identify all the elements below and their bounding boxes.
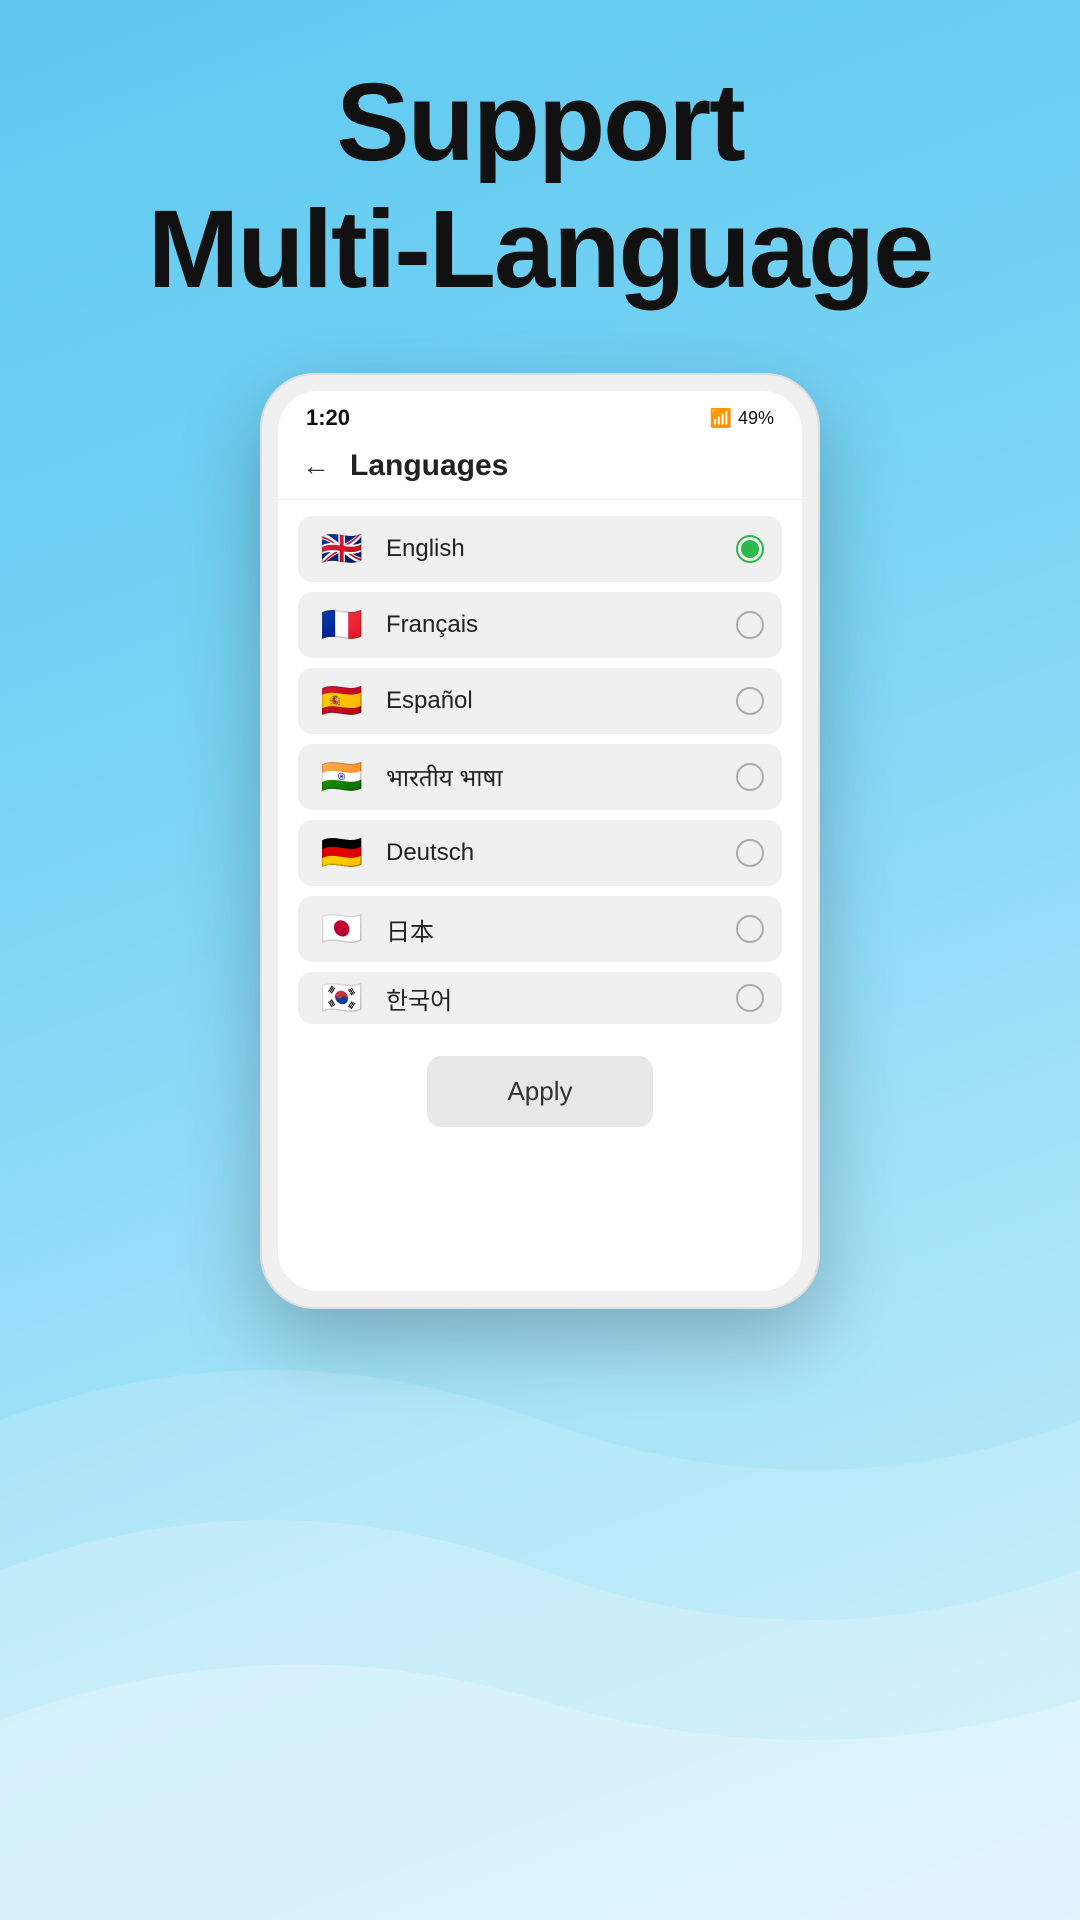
language-item-english[interactable]: 🇬🇧 English	[298, 516, 782, 582]
lang-name-german: Deutsch	[386, 839, 736, 867]
promo-header: Support Multi-Language	[148, 60, 933, 313]
wifi-icon: 📶	[710, 408, 732, 429]
lang-name-korean: 한국어	[386, 981, 736, 1016]
radio-french[interactable]	[736, 611, 764, 639]
lang-name-french: Français	[386, 611, 736, 639]
apply-button[interactable]: Apply	[427, 1056, 652, 1127]
radio-german[interactable]	[736, 839, 764, 867]
phone-mockup: 1:20 📶 49% ← Languages 🇬🇧 English	[260, 373, 820, 1309]
app-header: ← Languages	[278, 439, 802, 500]
flag-german: 🇩🇪	[316, 834, 368, 872]
app-title: Languages	[350, 449, 508, 483]
battery-text: 49%	[738, 408, 774, 429]
language-item-french[interactable]: 🇫🇷 Français	[298, 592, 782, 658]
apply-button-container: Apply	[278, 1040, 802, 1147]
language-item-korean[interactable]: 🇰🇷 한국어	[298, 972, 782, 1024]
status-time: 1:20	[306, 405, 350, 431]
flag-korean: 🇰🇷	[316, 979, 368, 1017]
lang-name-spanish: Español	[386, 687, 736, 715]
language-list: 🇬🇧 English 🇫🇷 Français 🇪🇸	[278, 500, 802, 1040]
lang-name-japanese: 日本	[386, 912, 736, 947]
radio-inner-english	[741, 540, 759, 558]
radio-spanish[interactable]	[736, 687, 764, 715]
back-button[interactable]: ←	[302, 450, 330, 482]
promo-line2: Multi-Language	[148, 187, 933, 314]
phone-screen: 1:20 📶 49% ← Languages 🇬🇧 English	[278, 391, 802, 1291]
radio-hindi[interactable]	[736, 763, 764, 791]
language-item-japanese[interactable]: 🇯🇵 日本	[298, 896, 782, 962]
radio-korean[interactable]	[736, 984, 764, 1012]
flag-spanish: 🇪🇸	[316, 682, 368, 720]
flag-hindi: 🇮🇳	[316, 758, 368, 796]
flag-french: 🇫🇷	[316, 606, 368, 644]
radio-english[interactable]	[736, 535, 764, 563]
language-item-spanish[interactable]: 🇪🇸 Español	[298, 668, 782, 734]
promo-line1: Support	[148, 60, 933, 187]
language-item-hindi[interactable]: 🇮🇳 भारतीय भाषा	[298, 744, 782, 810]
lang-name-english: English	[386, 535, 736, 563]
status-icons: 📶 49%	[710, 408, 774, 429]
language-item-german[interactable]: 🇩🇪 Deutsch	[298, 820, 782, 886]
radio-japanese[interactable]	[736, 915, 764, 943]
flag-japanese: 🇯🇵	[316, 910, 368, 948]
lang-name-hindi: भारतीय भाषा	[386, 761, 736, 794]
flag-english: 🇬🇧	[316, 530, 368, 568]
status-bar: 1:20 📶 49%	[278, 391, 802, 439]
